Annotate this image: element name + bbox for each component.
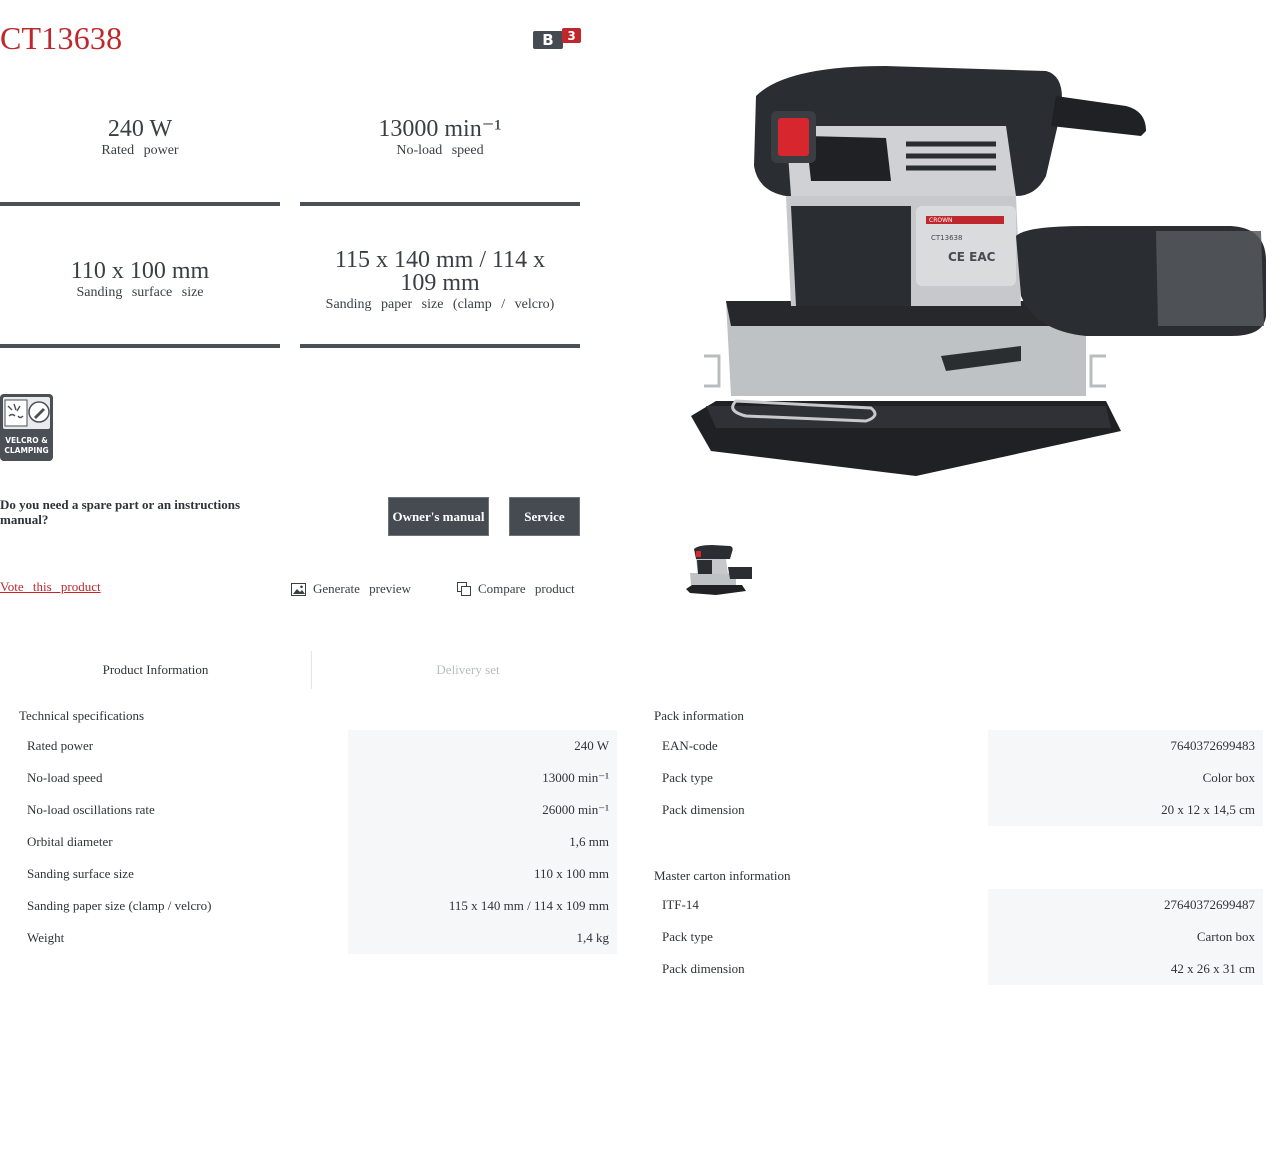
svg-text:CROWN: CROWN bbox=[929, 217, 953, 224]
tab-delivery-set[interactable]: Delivery set bbox=[312, 651, 624, 689]
spec-value: 115 x 140 mm / 114 x 109 mm bbox=[348, 890, 617, 922]
table-row: Pack dimension 42 x 26 x 31 cm bbox=[654, 953, 1263, 985]
pack-value: 20 x 12 x 14,5 cm bbox=[988, 794, 1263, 826]
compare-product-button[interactable]: Compare product bbox=[457, 581, 575, 597]
product-thumbnail[interactable] bbox=[684, 543, 754, 595]
product-image[interactable]: CROWN CT13638 CE EAC bbox=[686, 56, 1270, 484]
image-icon bbox=[291, 582, 306, 596]
table-row: ITF-14 27640372699487 bbox=[654, 889, 1263, 921]
tab-product-information[interactable]: Product Information bbox=[0, 651, 312, 689]
generate-preview-button[interactable]: Generate preview bbox=[291, 581, 411, 597]
table-row: Pack type Carton box bbox=[654, 921, 1263, 953]
technical-specifications-table: Rated power 240 W No-load speed 13000 min⁻… bbox=[19, 730, 617, 954]
vote-product-link[interactable]: Vote this product bbox=[0, 579, 101, 595]
pack-value: Color box bbox=[988, 762, 1263, 794]
pack-information-title: Pack information bbox=[654, 708, 744, 723]
technical-specifications-title: Technical specifications bbox=[19, 708, 145, 723]
carton-value: 27640372699487 bbox=[988, 889, 1263, 921]
pack-value: 7640372699483 bbox=[988, 730, 1263, 762]
spec-key: Sanding surface size bbox=[27, 866, 134, 881]
spec-key: Orbital diameter bbox=[27, 834, 113, 849]
product-title: CT13638 bbox=[0, 20, 123, 56]
spec-value: 110 x 100 mm bbox=[70, 258, 210, 284]
spec-value: 1,6 mm bbox=[348, 826, 617, 858]
svg-text:CLAMPING: CLAMPING bbox=[4, 446, 48, 455]
spec-value: 115 x 140 mm / 114 x 109 mm bbox=[334, 247, 546, 296]
spec-label: No-load speed bbox=[396, 143, 484, 158]
spec-card-sanding-paper: 115 x 140 mm / 114 x 109 mm Sanding pape… bbox=[300, 243, 580, 348]
spec-value: 110 x 100 mm bbox=[348, 858, 617, 890]
velcro-clamping-icon: VELCRO & CLAMPING bbox=[0, 394, 53, 461]
spec-card-rated-power: 240 W Rated power bbox=[0, 100, 280, 206]
spec-key: No-load oscillations rate bbox=[27, 802, 155, 817]
table-row: Sanding surface size 110 x 100 mm bbox=[19, 858, 617, 890]
spec-label: Sanding surface size bbox=[76, 285, 204, 300]
carton-key: Pack type bbox=[662, 929, 713, 944]
table-row: Sanding paper size (clamp / velcro) 115 x… bbox=[19, 890, 617, 922]
spare-part-question: Do you need a spare part or an instructi… bbox=[0, 497, 241, 527]
table-row: Pack type Color box bbox=[654, 762, 1263, 794]
spec-value: 13000 min⁻¹ bbox=[348, 762, 617, 794]
svg-text:CE EAC: CE EAC bbox=[948, 250, 996, 264]
carton-key: Pack dimension bbox=[662, 961, 745, 976]
master-carton-title: Master carton information bbox=[654, 868, 791, 883]
table-row: Pack dimension 20 x 12 x 14,5 cm bbox=[654, 794, 1263, 826]
table-row: No-load oscillations rate 26000 min⁻¹ bbox=[19, 794, 617, 826]
pack-key: Pack type bbox=[662, 770, 713, 785]
spec-value: 13000 min⁻¹ bbox=[378, 116, 502, 142]
table-row: No-load speed 13000 min⁻¹ bbox=[19, 762, 617, 794]
pack-key: Pack dimension bbox=[662, 802, 745, 817]
spec-key: No-load speed bbox=[27, 770, 103, 785]
spec-card-sanding-surface: 110 x 100 mm Sanding surface size bbox=[0, 243, 280, 348]
spec-label: Rated power bbox=[101, 143, 179, 158]
carton-value: Carton box bbox=[988, 921, 1263, 953]
carton-value: 42 x 26 x 31 cm bbox=[988, 953, 1263, 985]
copy-icon bbox=[457, 582, 471, 596]
spec-value: 1,4 kg bbox=[348, 922, 617, 954]
spec-value: 26000 min⁻¹ bbox=[348, 794, 617, 826]
service-button[interactable]: Service bbox=[509, 497, 580, 536]
spec-key: Sanding paper size (clamp / velcro) bbox=[27, 898, 212, 913]
pack-key: EAN-code bbox=[662, 738, 718, 753]
table-row: Weight 1,4 kg bbox=[19, 922, 617, 954]
pack-information-table: EAN-code 7640372699483 Pack type Color box… bbox=[654, 730, 1263, 826]
svg-text:B: B bbox=[542, 31, 553, 49]
table-row: EAN-code 7640372699483 bbox=[654, 730, 1263, 762]
owners-manual-button[interactable]: Owner's manual bbox=[388, 497, 489, 536]
spec-key: Weight bbox=[27, 930, 65, 945]
compare-product-label: Compare product bbox=[478, 581, 575, 596]
spec-value: 240 W bbox=[107, 116, 173, 142]
series-badge-icon: B 3 bbox=[533, 28, 581, 49]
product-tabs: Product Information Delivery set bbox=[0, 651, 624, 689]
spec-key: Rated power bbox=[27, 738, 94, 753]
spec-card-no-load-speed: 13000 min⁻¹ No-load speed bbox=[300, 100, 580, 206]
svg-text:VELCRO &: VELCRO & bbox=[5, 436, 48, 445]
svg-text:CT13638: CT13638 bbox=[931, 234, 962, 242]
svg-text:3: 3 bbox=[567, 29, 575, 43]
table-row: Rated power 240 W bbox=[19, 730, 617, 762]
spec-value: 240 W bbox=[348, 730, 617, 762]
spec-label: Sanding paper size (clamp / velcro) bbox=[325, 297, 555, 312]
generate-preview-label: Generate preview bbox=[313, 581, 412, 596]
carton-key: ITF-14 bbox=[662, 897, 699, 912]
master-carton-table: ITF-14 27640372699487 Pack type Carton box… bbox=[654, 889, 1263, 985]
table-row: Orbital diameter 1,6 mm bbox=[19, 826, 617, 858]
